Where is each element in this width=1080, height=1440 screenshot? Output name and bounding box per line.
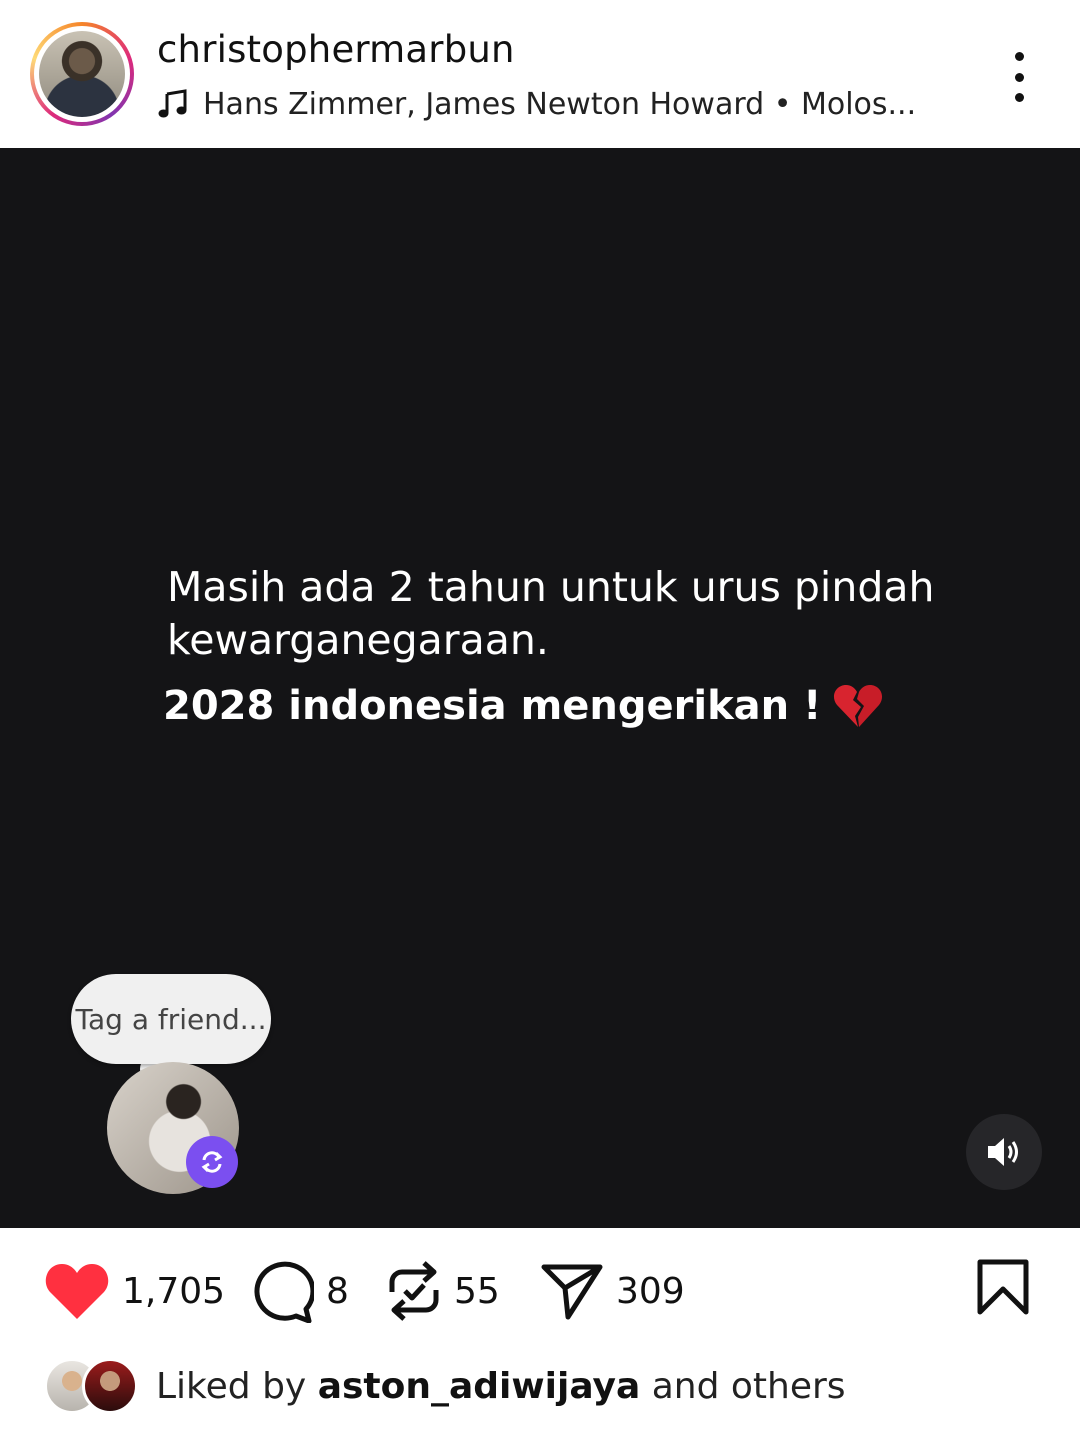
send-icon <box>541 1264 603 1320</box>
heart-icon <box>45 1264 109 1319</box>
music-info[interactable]: Hans Zimmer, James Newton Howard • Molos… <box>157 86 916 122</box>
liked-by-suffix[interactable]: and others <box>652 1366 846 1407</box>
liked-by-user[interactable]: aston_adiwijaya <box>318 1366 641 1407</box>
more-options-button[interactable] <box>1000 52 1038 102</box>
repost-badge-icon <box>186 1136 238 1188</box>
media-caption-line1: Masih ada 2 tahun untuk urus pindah kewa… <box>167 563 935 664</box>
liked-by-prefix: Liked by <box>156 1365 307 1407</box>
liker-avatar <box>82 1358 138 1414</box>
speaker-icon <box>988 1138 1018 1166</box>
dot-icon <box>1014 52 1024 61</box>
liked-by-text: Liked by aston_adiwijaya and others <box>156 1366 846 1407</box>
music-text: Hans Zimmer, James Newton Howard • Molos… <box>203 86 917 122</box>
comment-icon <box>254 1261 314 1323</box>
like-button[interactable]: 1,705 <box>44 1260 225 1322</box>
repost-count: 55 <box>454 1270 500 1312</box>
liked-by-row[interactable]: Liked by aston_adiwijaya and others <box>44 1356 846 1416</box>
post-header: christophermarbun Hans Zimmer, James New… <box>0 0 1080 148</box>
like-count: 1,705 <box>122 1270 226 1312</box>
dot-icon <box>1014 93 1024 102</box>
comment-button[interactable]: 8 <box>248 1260 349 1323</box>
action-bar: 1,705 8 55 309 <box>0 1228 1080 1348</box>
broken-heart-icon <box>834 685 883 727</box>
tag-friend-text: Tag a friend... <box>75 1002 267 1036</box>
save-button[interactable] <box>975 1258 1031 1320</box>
post-media[interactable]: Masih ada 2 tahun untuk urus pindah kewa… <box>0 148 1080 1228</box>
tag-friend-bubble[interactable]: Tag a friend... <box>71 974 271 1064</box>
music-note-icon <box>158 89 187 118</box>
repost-button[interactable]: 55 <box>386 1260 500 1322</box>
comment-count: 8 <box>326 1270 349 1312</box>
dot-icon <box>1014 72 1024 82</box>
media-caption-line2-text: 2028 indonesia mengerikan ! <box>163 683 822 729</box>
repost-icon <box>389 1261 439 1321</box>
profile-avatar[interactable] <box>30 22 134 126</box>
avatar-image <box>39 31 125 117</box>
username[interactable]: christophermarbun <box>157 28 515 71</box>
share-count: 309 <box>616 1270 685 1312</box>
media-caption-line2: 2028 indonesia mengerikan ! <box>163 683 883 729</box>
sound-toggle-button[interactable] <box>966 1114 1042 1190</box>
share-button[interactable]: 309 <box>540 1260 685 1322</box>
bookmark-icon <box>977 1259 1029 1315</box>
